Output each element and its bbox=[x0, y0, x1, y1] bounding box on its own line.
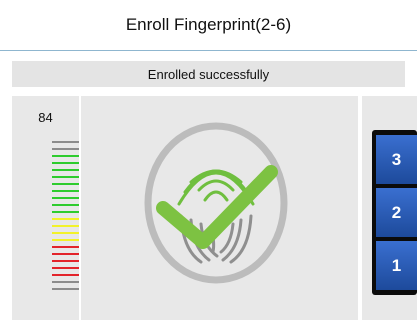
quality-bar bbox=[52, 183, 79, 185]
quality-panel: 84 bbox=[12, 96, 79, 320]
header-divider bbox=[0, 50, 417, 51]
status-message: Enrolled successfully bbox=[147, 66, 270, 82]
page-title: Enroll Fingerprint(2-6) bbox=[125, 15, 292, 34]
quality-score: 84 bbox=[38, 110, 53, 125]
step-3-button[interactable]: 3 bbox=[376, 135, 417, 184]
quality-bar bbox=[52, 225, 79, 227]
fingerprint-success-icon bbox=[144, 122, 288, 284]
quality-bar bbox=[52, 253, 79, 255]
quality-bar bbox=[52, 176, 79, 178]
quality-bar bbox=[52, 274, 79, 276]
quality-bar bbox=[52, 260, 79, 262]
quality-bar bbox=[52, 190, 79, 192]
step-1-button[interactable]: 1 bbox=[376, 241, 417, 290]
quality-bar bbox=[52, 246, 79, 248]
step-2-button[interactable]: 2 bbox=[376, 188, 417, 237]
quality-bar bbox=[52, 148, 79, 150]
quality-bar bbox=[52, 239, 79, 241]
quality-bar bbox=[52, 141, 79, 143]
fingerprint-panel bbox=[81, 96, 358, 320]
quality-bar bbox=[52, 218, 79, 220]
quality-bar bbox=[52, 197, 79, 199]
quality-bar bbox=[52, 281, 79, 283]
quality-bar bbox=[52, 162, 79, 164]
quality-bar bbox=[52, 155, 79, 157]
quality-bar bbox=[52, 232, 79, 234]
quality-bar bbox=[52, 204, 79, 206]
title-bar: Enroll Fingerprint(2-6) bbox=[0, 0, 417, 50]
quality-bar bbox=[52, 288, 79, 290]
quality-bar bbox=[52, 211, 79, 213]
status-banner: Enrolled successfully bbox=[12, 61, 405, 87]
quality-bar bbox=[52, 267, 79, 269]
enroll-step-indicator: 3 2 1 bbox=[372, 130, 417, 295]
quality-bar bbox=[52, 169, 79, 171]
